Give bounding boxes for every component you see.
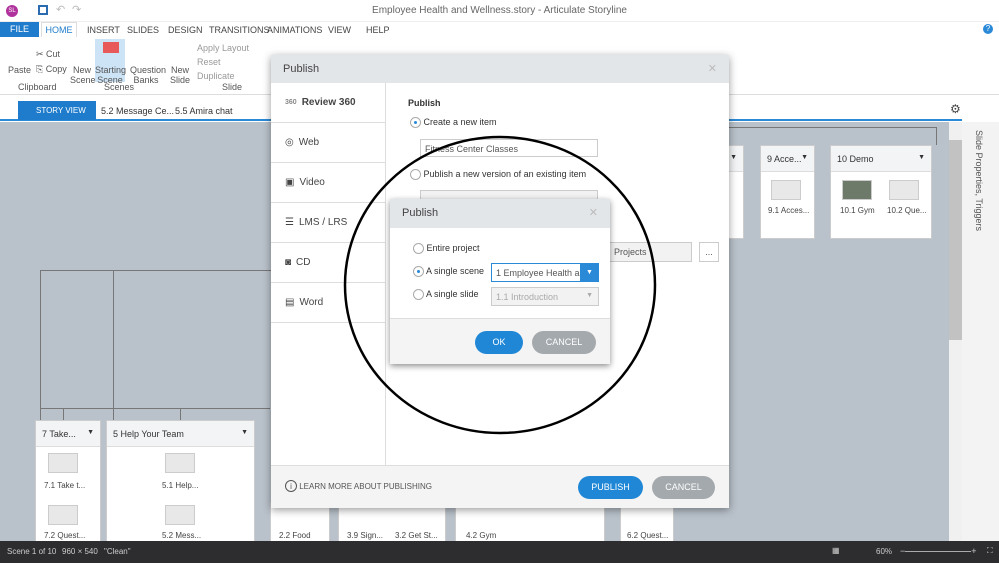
zoom-level: 60% — [876, 547, 893, 556]
fit-icon[interactable]: ⛶ — [987, 546, 993, 556]
zoom-slider[interactable]: − + — [900, 546, 982, 556]
story-view-icon[interactable]: ▦ — [832, 546, 840, 555]
highlight-circle — [343, 135, 657, 435]
theme-name: "Clean" — [104, 547, 131, 556]
scene-count: Scene 1 of 10 — [7, 547, 57, 556]
slide-size: 960 × 540 — [62, 547, 98, 556]
status-bar: Scene 1 of 10 960 × 540 "Clean" ▦ 60% − +… — [0, 541, 999, 563]
